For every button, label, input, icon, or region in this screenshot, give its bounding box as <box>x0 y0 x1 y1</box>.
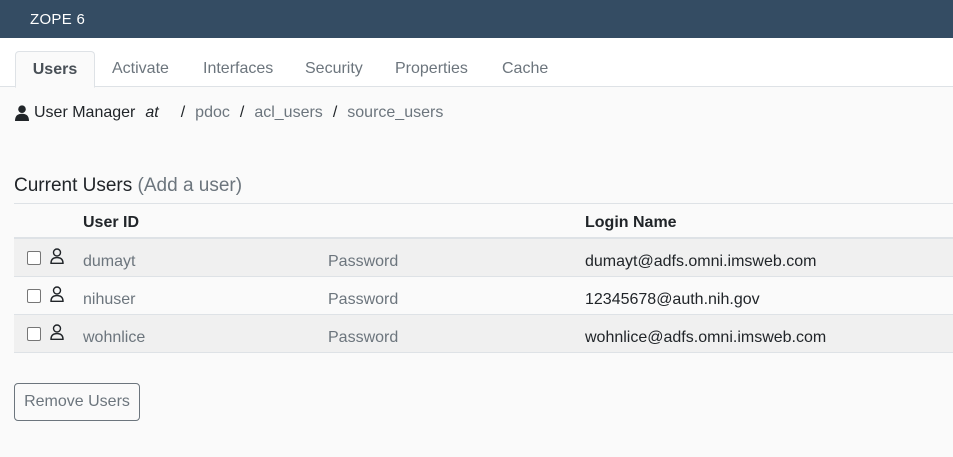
tab-properties[interactable]: Properties <box>395 51 468 87</box>
table-row: dumayt Password dumayt@adfs.omni.imsweb.… <box>14 239 953 277</box>
breadcrumb-at: at <box>145 104 159 121</box>
tab-cache[interactable]: Cache <box>502 51 548 87</box>
login-name: dumayt@adfs.omni.imsweb.com <box>585 253 817 270</box>
row-checkbox[interactable] <box>27 289 41 303</box>
remove-users-button[interactable]: Remove Users <box>14 383 140 421</box>
row-checkbox[interactable] <box>27 327 41 341</box>
password-label: Password <box>328 253 399 270</box>
tab-interfaces[interactable]: Interfaces <box>203 51 273 87</box>
table-header: User ID Login Name <box>14 203 953 239</box>
tab-activate[interactable]: Activate <box>112 51 169 87</box>
users-table: User ID Login Name dumayt Password dumay… <box>14 203 953 353</box>
user-icon <box>15 105 29 121</box>
tab-bar: Users Activate Interfaces Security Prope… <box>0 38 953 88</box>
login-name: 12345678@auth.nih.gov <box>585 291 760 308</box>
section-heading: Current Users (Add a user) <box>14 175 242 197</box>
add-user-link[interactable]: (Add a user) <box>138 175 243 196</box>
app-title: ZOPE 6 <box>30 10 86 28</box>
breadcrumb-item-pdoc[interactable]: pdoc <box>195 104 230 122</box>
section-title: Current Users <box>14 175 133 196</box>
user-id-link[interactable]: dumayt <box>83 253 135 271</box>
breadcrumb-title: User Manager <box>34 104 136 121</box>
password-label: Password <box>328 291 399 308</box>
tab-users[interactable]: Users <box>15 51 95 88</box>
top-bar: ZOPE 6 <box>0 0 953 38</box>
breadcrumb-item-source-users[interactable]: source_users <box>347 104 443 122</box>
column-header-user-id: User ID <box>83 214 140 231</box>
column-header-login-name: Login Name <box>585 214 677 231</box>
user-id-link[interactable]: wohnlice <box>83 329 145 347</box>
user-id-link[interactable]: nihuser <box>83 291 135 309</box>
user-outline-icon <box>50 248 64 264</box>
login-name: wohnlice@adfs.omni.imsweb.com <box>585 329 827 346</box>
table-row: wohnlice Password wohnlice@adfs.omni.ims… <box>14 315 953 353</box>
user-outline-icon <box>50 324 64 340</box>
password-label: Password <box>328 329 399 346</box>
breadcrumb-separator: / <box>332 104 338 121</box>
breadcrumb: User Manager at / pdoc / acl_users / sou… <box>15 104 443 122</box>
breadcrumb-item-acl-users[interactable]: acl_users <box>254 104 322 122</box>
breadcrumb-separator: / <box>180 104 186 121</box>
tab-security[interactable]: Security <box>305 51 363 87</box>
row-checkbox[interactable] <box>27 251 41 265</box>
breadcrumb-separator: / <box>239 104 245 121</box>
table-row: nihuser Password 12345678@auth.nih.gov <box>14 277 953 315</box>
user-outline-icon <box>50 286 64 302</box>
